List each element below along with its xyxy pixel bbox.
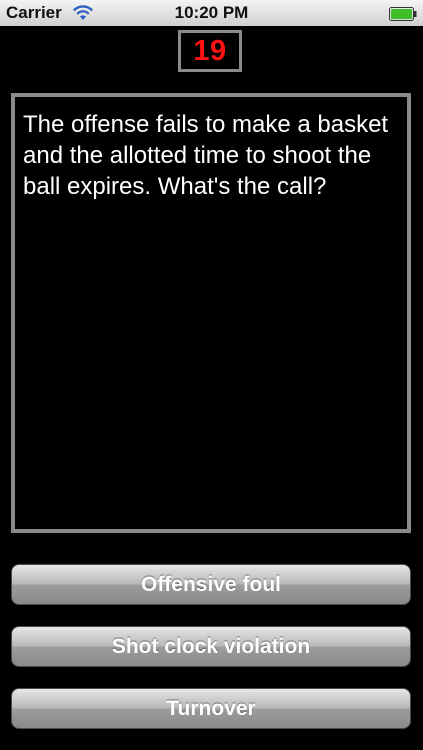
answer-button-turnover[interactable]: Turnover xyxy=(11,688,411,729)
question-panel: The offense fails to make a basket and t… xyxy=(11,93,411,533)
answer-label: Shot clock violation xyxy=(111,634,311,658)
answer-label: Offensive foul xyxy=(140,572,282,596)
shot-clock-value: 19 xyxy=(193,34,227,67)
battery-full-icon xyxy=(389,6,417,21)
clock-time: 10:20 PM xyxy=(174,3,249,22)
answer-button-shot-clock-violation[interactable]: Shot clock violation xyxy=(11,626,411,667)
status-bar: Carrier 10:20 PM xyxy=(0,0,423,26)
question-text: The offense fails to make a basket and t… xyxy=(23,111,389,200)
shot-clock-display: 19 xyxy=(178,30,242,72)
answer-button-offensive-foul[interactable]: Offensive foul xyxy=(11,564,411,605)
answer-label: Turnover xyxy=(166,696,256,720)
